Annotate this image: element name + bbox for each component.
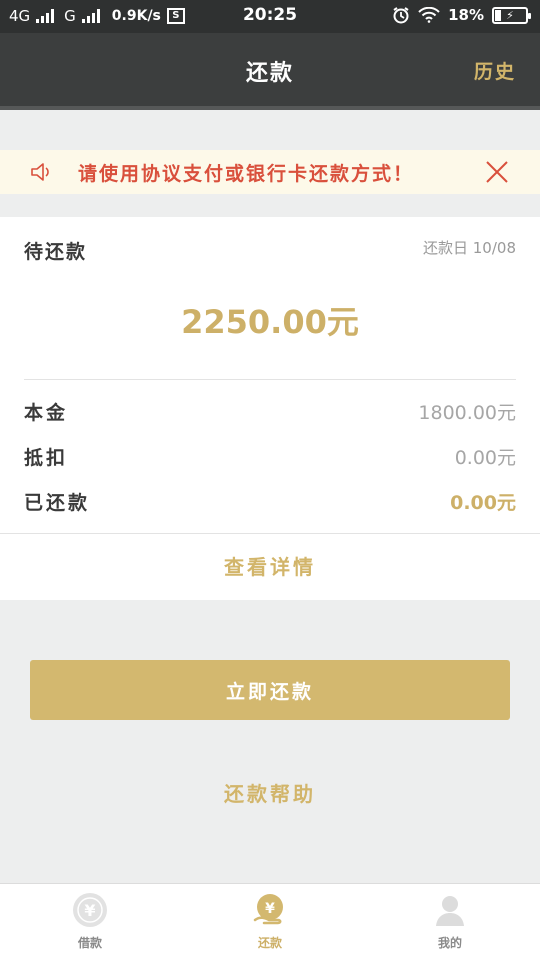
row-label: 本金	[24, 402, 69, 424]
status-bar: 4G G 0.9K/s S 20:25 18% ⚡	[0, 0, 540, 33]
alarm-icon	[393, 7, 409, 24]
repay-now-button[interactable]: 立即还款	[30, 660, 510, 720]
divider	[24, 379, 516, 380]
view-details-link[interactable]: 查看详情	[0, 551, 540, 580]
tab-repay[interactable]: ¥ 还款	[180, 884, 360, 960]
status-right: 18% ⚡	[392, 6, 531, 24]
repay-help-link[interactable]: 还款帮助	[0, 778, 540, 807]
notice-banner: 请使用协议支付或银行卡还款方式！	[0, 150, 540, 194]
yen-coin-icon: ¥	[73, 893, 107, 927]
tab-label: 借款	[77, 936, 102, 950]
tab-label: 还款	[257, 936, 282, 950]
row-value: 0.00元	[450, 492, 516, 514]
battery-percent: 18%	[448, 6, 484, 24]
notice-text: 请使用协议支付或银行卡还款方式！	[78, 163, 415, 185]
close-icon[interactable]	[484, 159, 510, 185]
yen-hand-icon: ¥	[253, 894, 283, 925]
row-deduction: 抵扣 0.00元	[24, 443, 516, 473]
tab-borrow[interactable]: ¥ 借款	[0, 884, 180, 960]
battery-icon: ⚡	[492, 6, 531, 24]
due-amount: 2250.00元	[181, 303, 359, 341]
history-button[interactable]: 历史	[474, 57, 516, 84]
row-value: 0.00元	[454, 447, 516, 469]
due-label: 待还款	[24, 241, 88, 263]
nav-bar: 还款 历史	[0, 33, 540, 110]
tab-label: 我的	[437, 936, 462, 950]
svg-text:¥: ¥	[84, 901, 95, 920]
tab-bar: ¥ 借款 ¥ 还款 我的	[0, 883, 540, 960]
user-icon	[436, 896, 464, 926]
row-value: 1800.00元	[418, 402, 516, 424]
page-title: 还款	[245, 61, 294, 86]
repayment-card: 待还款 还款日 10/08 2250.00元 本金 1800.00元 抵扣 0.…	[0, 217, 540, 600]
tab-mine[interactable]: 我的	[360, 884, 540, 960]
row-repaid: 已还款 0.00元	[24, 488, 516, 518]
row-label: 已还款	[24, 492, 91, 514]
wifi-icon	[418, 7, 440, 23]
speaker-icon	[31, 163, 49, 181]
due-date: 还款日 10/08	[423, 239, 516, 257]
svg-text:¥: ¥	[265, 901, 275, 917]
divider	[0, 533, 540, 534]
row-principal: 本金 1800.00元	[24, 398, 516, 428]
row-label: 抵扣	[24, 447, 69, 469]
